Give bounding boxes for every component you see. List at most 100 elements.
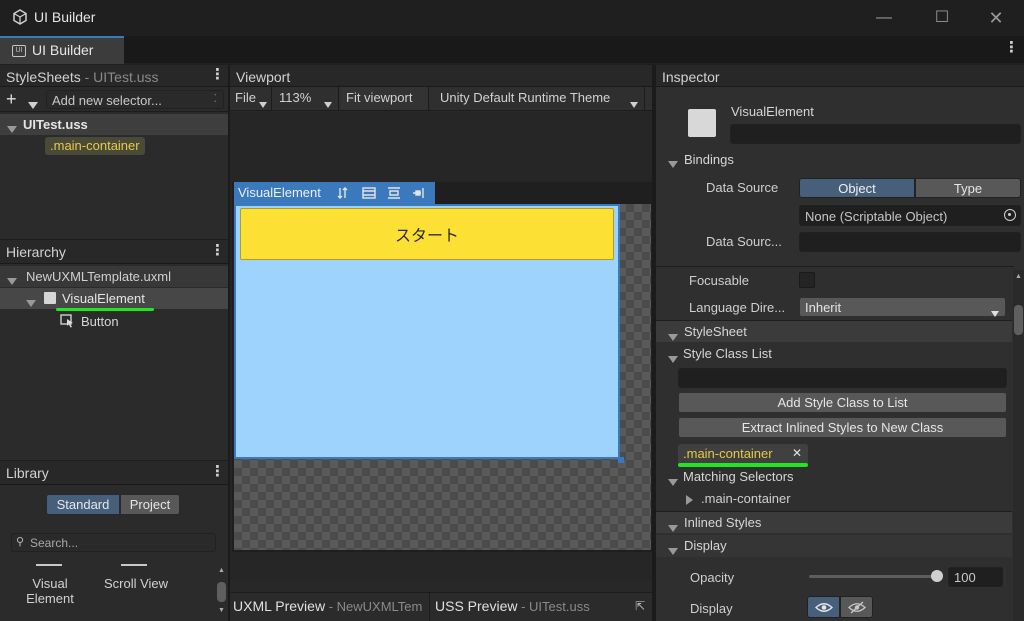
maximize-icon[interactable]: ☐ bbox=[922, 6, 962, 30]
hierarchy-root-row[interactable]: NewUXMLTemplate.uxml bbox=[0, 266, 228, 287]
extract-inlined-styles-button[interactable]: Extract Inlined Styles to New Class bbox=[678, 417, 1007, 438]
add-selector-input[interactable]: Add new selector... ⁚ bbox=[46, 90, 224, 109]
matching-selectors-title[interactable]: Matching Selectors bbox=[683, 469, 794, 484]
object-picker-icon[interactable] bbox=[1004, 209, 1016, 221]
bindings-title[interactable]: Bindings bbox=[684, 152, 734, 167]
tab-ui-builder[interactable]: UI UI Builder bbox=[0, 36, 124, 64]
hierarchy-header: Hierarchy ⋮ bbox=[0, 240, 228, 264]
library-search-input[interactable]: ⚲ Search... bbox=[11, 533, 216, 552]
language-direction-dropdown[interactable]: Inherit bbox=[799, 297, 1006, 317]
window-titlebar: UI Builder — ☐ ✕ bbox=[0, 0, 1024, 36]
theme-dropdown[interactable]: Unity Default Runtime Theme bbox=[435, 87, 645, 110]
opacity-slider-track[interactable] bbox=[809, 575, 937, 578]
opacity-label: Opacity bbox=[690, 570, 735, 585]
stylesheet-section-header[interactable]: StyleSheet bbox=[656, 320, 1012, 342]
uxml-preview-tab[interactable]: UXML Preview - NewUXMLTem bbox=[230, 593, 430, 621]
scroll-down-icon[interactable]: ▼ bbox=[218, 607, 225, 614]
add-dropdown-icon[interactable] bbox=[28, 97, 38, 112]
library-header: Library ⋮ bbox=[0, 461, 228, 485]
element-type-label: VisualElement bbox=[731, 104, 814, 119]
inspector-scrollbar[interactable]: ▲ bbox=[1013, 270, 1024, 621]
stylesheets-title: StyleSheets bbox=[6, 69, 81, 85]
fold-icon bbox=[668, 543, 678, 558]
window-title: UI Builder bbox=[34, 9, 96, 25]
tab-label: UI Builder bbox=[32, 42, 94, 58]
main-container-element[interactable]: スタート bbox=[234, 204, 620, 459]
focusable-label: Focusable bbox=[689, 273, 749, 288]
matching-selector-item[interactable]: .main-container bbox=[701, 491, 791, 506]
opacity-slider-thumb[interactable] bbox=[931, 570, 943, 582]
inlined-styles-section-header[interactable]: Inlined Styles bbox=[656, 511, 1012, 533]
zoom-dropdown[interactable]: 113% bbox=[273, 87, 339, 110]
library-item-visual-element[interactable]: Visual Element bbox=[20, 576, 80, 606]
library-tab-standard[interactable]: Standard bbox=[46, 494, 120, 515]
display-section-header[interactable]: Display bbox=[656, 535, 1012, 557]
library-item-scroll-view[interactable]: Scroll View bbox=[96, 576, 176, 591]
chevron-down-icon bbox=[991, 305, 999, 320]
fit-viewport-button[interactable]: Fit viewport bbox=[341, 87, 429, 110]
selector-toolbar: + Add new selector... ⁚ bbox=[0, 88, 228, 112]
stylesheets-file: - UITest.uss bbox=[84, 69, 159, 85]
visual-element-icon bbox=[44, 292, 56, 304]
expand-arrow-icon[interactable] bbox=[26, 295, 36, 310]
library-tab-project[interactable]: Project bbox=[120, 494, 180, 515]
visual-element-library-icon bbox=[36, 564, 62, 566]
add-style-class-button[interactable]: Add Style Class to List bbox=[678, 392, 1007, 413]
viewport-canvas[interactable]: VisualElement スタート bbox=[230, 112, 652, 580]
language-direction-value: Inherit bbox=[805, 300, 842, 315]
expand-arrow-icon[interactable] bbox=[7, 121, 17, 136]
hierarchy-item-button[interactable]: Button bbox=[0, 311, 228, 332]
close-icon[interactable]: ✕ bbox=[976, 6, 1016, 30]
data-source-path-field[interactable] bbox=[799, 232, 1021, 252]
style-class-list-title[interactable]: Style Class List bbox=[683, 346, 772, 361]
scroll-up-icon[interactable]: ▲ bbox=[1015, 273, 1022, 280]
stylesheets-menu-icon[interactable]: ⋮ bbox=[210, 67, 225, 83]
scroll-up-icon[interactable]: ▲ bbox=[218, 567, 225, 574]
chevron-down-icon bbox=[324, 96, 332, 111]
style-class-pill[interactable]: .main-container ✕ bbox=[678, 444, 808, 465]
add-icon[interactable]: + bbox=[6, 90, 17, 108]
opacity-value-field[interactable]: 100 bbox=[948, 567, 1003, 587]
stylesheet-file-name: UITest.uss bbox=[23, 117, 88, 132]
layout-tools[interactable] bbox=[337, 186, 427, 200]
data-source-object-field[interactable]: None (Scriptable Object) bbox=[799, 205, 1021, 226]
open-external-icon[interactable]: ⇱ bbox=[635, 599, 645, 613]
expand-arrow-icon[interactable] bbox=[7, 273, 17, 288]
style-class-input[interactable] bbox=[678, 368, 1007, 388]
more-options-icon[interactable]: ⋮ bbox=[1004, 40, 1019, 56]
data-source-label: Data Source bbox=[706, 180, 779, 195]
toggle-type[interactable]: Type bbox=[915, 178, 1021, 198]
display-flex-toggle[interactable] bbox=[807, 596, 840, 618]
library-search-placeholder: Search... bbox=[30, 536, 79, 550]
fold-icon[interactable] bbox=[668, 351, 678, 366]
chevron-down-icon bbox=[259, 96, 267, 111]
hierarchy-item-visualelement[interactable]: VisualElement bbox=[0, 288, 228, 309]
minimize-icon[interactable]: — bbox=[864, 6, 904, 30]
selected-element-label[interactable]: VisualElement bbox=[234, 182, 435, 204]
hierarchy-menu-icon[interactable]: ⋮ bbox=[210, 243, 225, 259]
file-menu[interactable]: File bbox=[230, 87, 272, 110]
remove-class-icon[interactable]: ✕ bbox=[792, 446, 802, 460]
start-button[interactable]: スタート bbox=[240, 208, 614, 260]
uss-preview-label: USS Preview bbox=[435, 598, 518, 614]
fold-icon[interactable] bbox=[668, 474, 678, 489]
library-scrollbar[interactable]: ▲ ▼ bbox=[217, 565, 226, 619]
focusable-checkbox[interactable] bbox=[799, 272, 815, 288]
add-selector-placeholder: Add new selector... bbox=[52, 93, 162, 108]
bindings-fold-icon[interactable] bbox=[668, 156, 678, 171]
hierarchy-item-label: Button bbox=[81, 314, 119, 329]
uss-preview-tab[interactable]: USS Preview - UITest.uss ⇱ bbox=[431, 593, 652, 621]
element-name-field[interactable] bbox=[730, 124, 1021, 144]
resize-handle[interactable] bbox=[618, 457, 624, 463]
library-panel: Library ⋮ Standard Project ⚲ Search... V… bbox=[0, 461, 228, 621]
inspector-scrollbar-thumb[interactable] bbox=[1014, 305, 1023, 335]
stylesheet-row[interactable]: UITest.uss bbox=[0, 114, 228, 135]
library-menu-icon[interactable]: ⋮ bbox=[210, 464, 225, 480]
selector-pill[interactable]: .main-container bbox=[45, 137, 145, 155]
viewport-title: Viewport bbox=[236, 69, 291, 85]
display-none-toggle[interactable] bbox=[840, 596, 873, 618]
toggle-object[interactable]: Object bbox=[799, 178, 915, 198]
library-scrollbar-thumb[interactable] bbox=[217, 582, 226, 602]
expand-arrow-icon[interactable] bbox=[686, 493, 693, 508]
unity-logo-icon bbox=[13, 9, 27, 25]
